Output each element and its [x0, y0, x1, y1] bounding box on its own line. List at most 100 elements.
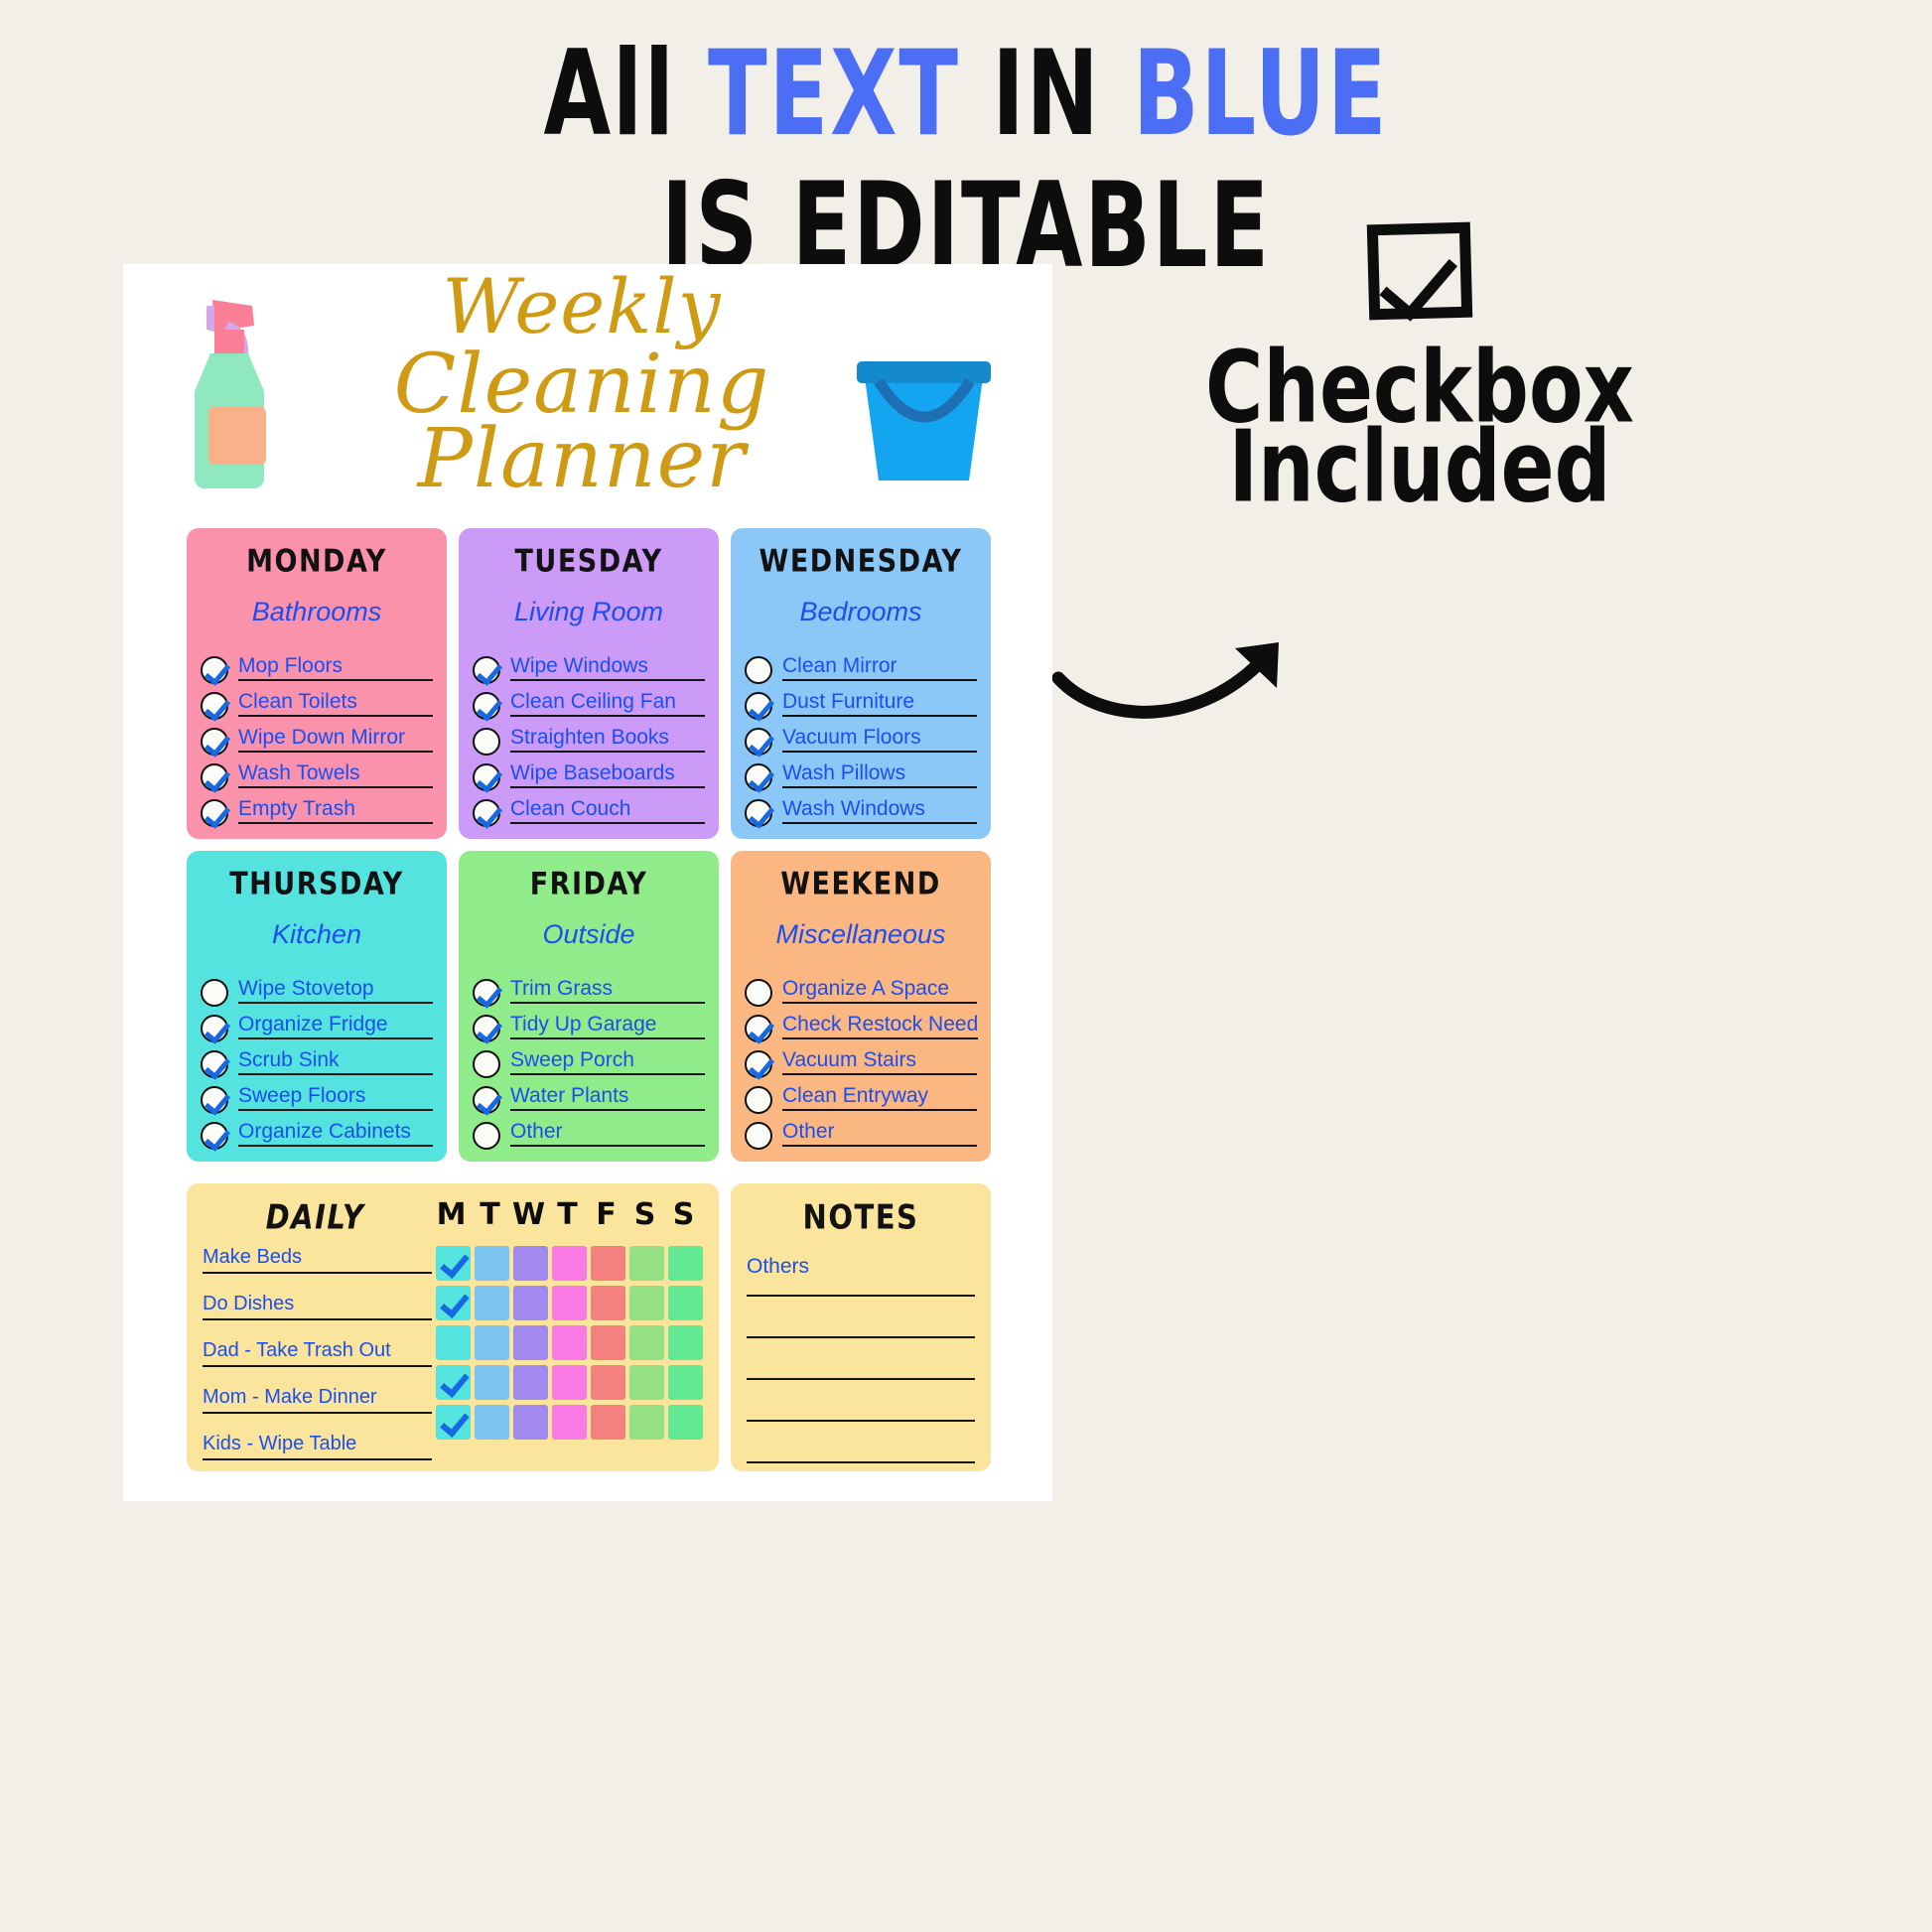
checklist-item-label[interactable]: Organize A Space [782, 978, 977, 1004]
checked-checkbox-icon[interactable] [201, 1050, 228, 1078]
checklist-item-label[interactable]: Organize Fridge [238, 1014, 433, 1039]
checked-checkbox-icon[interactable] [201, 1122, 228, 1150]
checklist-item-label[interactable]: Other [782, 1121, 977, 1147]
checked-checkbox-icon[interactable] [745, 763, 772, 791]
day-card-room[interactable]: Living Room [473, 597, 705, 627]
checked-checkbox-icon[interactable] [201, 799, 228, 827]
daily-grid-cell[interactable] [475, 1325, 509, 1360]
checklist-item-label[interactable]: Straighten Books [510, 727, 705, 753]
checked-checkbox-icon[interactable] [473, 692, 500, 720]
daily-grid-cell-checked[interactable] [436, 1246, 471, 1281]
checklist-item-label[interactable]: Water Plants [510, 1085, 705, 1111]
daily-grid-cell[interactable] [591, 1405, 625, 1440]
checked-checkbox-icon[interactable] [201, 728, 228, 756]
day-card-room[interactable]: Kitchen [201, 919, 433, 950]
daily-grid-cell[interactable] [552, 1246, 587, 1281]
checklist-item-label[interactable]: Wash Pillows [782, 762, 977, 788]
checked-checkbox-icon[interactable] [473, 656, 500, 684]
checked-checkbox-icon[interactable] [473, 1015, 500, 1042]
daily-grid-cell[interactable] [475, 1286, 509, 1320]
daily-grid-cell[interactable] [513, 1365, 548, 1400]
daily-grid-cell[interactable] [552, 1365, 587, 1400]
empty-checkbox-icon[interactable] [745, 1122, 772, 1150]
checklist-item-label[interactable]: Mop Floors [238, 655, 433, 681]
notes-line[interactable] [747, 1422, 975, 1463]
daily-grid-cell[interactable] [591, 1286, 625, 1320]
day-card-room[interactable]: Miscellaneous [745, 919, 977, 950]
checklist-item-label[interactable]: Clean Ceiling Fan [510, 691, 705, 717]
daily-grid-cell[interactable] [552, 1286, 587, 1320]
checked-checkbox-icon[interactable] [201, 692, 228, 720]
checklist-item-label[interactable]: Check Restock Need [782, 1014, 979, 1039]
checklist-item-label[interactable]: Wipe Baseboards [510, 762, 705, 788]
notes-line[interactable]: Others [747, 1255, 975, 1297]
checklist-item-label[interactable]: Wipe Down Mirror [238, 727, 433, 753]
checked-checkbox-icon[interactable] [473, 979, 500, 1007]
daily-grid-cell-checked[interactable] [436, 1365, 471, 1400]
daily-grid-cell[interactable] [668, 1246, 703, 1281]
checked-checkbox-icon[interactable] [745, 1015, 772, 1042]
daily-grid-cell-checked[interactable] [436, 1405, 471, 1440]
checklist-item-label[interactable]: Clean Toilets [238, 691, 433, 717]
checked-checkbox-icon[interactable] [473, 763, 500, 791]
empty-checkbox-icon[interactable] [473, 728, 500, 756]
daily-task-label[interactable]: Dad - Take Trash Out [203, 1339, 432, 1367]
daily-task-label[interactable]: Kids - Wipe Table [203, 1433, 432, 1460]
checked-checkbox-icon[interactable] [201, 1086, 228, 1114]
empty-checkbox-icon[interactable] [473, 1050, 500, 1078]
day-card-room[interactable]: Outside [473, 919, 705, 950]
daily-grid-cell[interactable] [475, 1405, 509, 1440]
daily-grid-cell[interactable] [513, 1325, 548, 1360]
checklist-item-label[interactable]: Wash Towels [238, 762, 433, 788]
checked-checkbox-icon[interactable] [745, 692, 772, 720]
checklist-item-label[interactable]: Vacuum Stairs [782, 1049, 977, 1075]
checklist-item-label[interactable]: Trim Grass [510, 978, 705, 1004]
checked-checkbox-icon[interactable] [201, 763, 228, 791]
daily-grid-cell[interactable] [591, 1246, 625, 1281]
empty-checkbox-icon[interactable] [745, 656, 772, 684]
checklist-item-label[interactable]: Sweep Porch [510, 1049, 705, 1075]
checked-checkbox-icon[interactable] [745, 728, 772, 756]
daily-task-label[interactable]: Do Dishes [203, 1293, 432, 1320]
checklist-item-label[interactable]: Vacuum Floors [782, 727, 977, 753]
checklist-item-label[interactable]: Empty Trash [238, 798, 433, 824]
checklist-item-label[interactable]: Clean Mirror [782, 655, 977, 681]
daily-grid-cell[interactable] [591, 1365, 625, 1400]
daily-grid-cell[interactable] [513, 1405, 548, 1440]
daily-task-label[interactable]: Mom - Make Dinner [203, 1386, 432, 1414]
daily-grid-cell[interactable] [436, 1325, 471, 1360]
day-card-room[interactable]: Bathrooms [201, 597, 433, 627]
checklist-item-label[interactable]: Other [510, 1121, 705, 1147]
checklist-item-label[interactable]: Sweep Floors [238, 1085, 433, 1111]
checked-checkbox-icon[interactable] [745, 1050, 772, 1078]
daily-grid-cell[interactable] [629, 1405, 664, 1440]
daily-task-label[interactable]: Make Beds [203, 1246, 432, 1274]
checklist-item-label[interactable]: Clean Entryway [782, 1085, 977, 1111]
checked-checkbox-icon[interactable] [201, 1015, 228, 1042]
daily-grid-cell-checked[interactable] [436, 1286, 471, 1320]
daily-grid-cell[interactable] [475, 1246, 509, 1281]
checklist-item-label[interactable]: Clean Couch [510, 798, 705, 824]
daily-grid-cell[interactable] [552, 1325, 587, 1360]
daily-grid-cell[interactable] [552, 1405, 587, 1440]
daily-grid-cell[interactable] [629, 1286, 664, 1320]
checked-checkbox-icon[interactable] [201, 656, 228, 684]
empty-checkbox-icon[interactable] [745, 979, 772, 1007]
empty-checkbox-icon[interactable] [201, 979, 228, 1007]
checked-checkbox-icon[interactable] [473, 1086, 500, 1114]
daily-grid-cell[interactable] [629, 1325, 664, 1360]
checklist-item-label[interactable]: Wipe Windows [510, 655, 705, 681]
daily-grid-cell[interactable] [513, 1286, 548, 1320]
checked-checkbox-icon[interactable] [745, 799, 772, 827]
daily-grid-cell[interactable] [591, 1325, 625, 1360]
daily-grid-cell[interactable] [668, 1405, 703, 1440]
checklist-item-label[interactable]: Tidy Up Garage [510, 1014, 705, 1039]
daily-grid-cell[interactable] [629, 1365, 664, 1400]
empty-checkbox-icon[interactable] [745, 1086, 772, 1114]
checklist-item-label[interactable]: Dust Furniture [782, 691, 977, 717]
checked-checkbox-icon[interactable] [473, 799, 500, 827]
notes-line[interactable] [747, 1338, 975, 1380]
checklist-item-label[interactable]: Organize Cabinets [238, 1121, 433, 1147]
empty-checkbox-icon[interactable] [473, 1122, 500, 1150]
checklist-item-label[interactable]: Wipe Stovetop [238, 978, 433, 1004]
